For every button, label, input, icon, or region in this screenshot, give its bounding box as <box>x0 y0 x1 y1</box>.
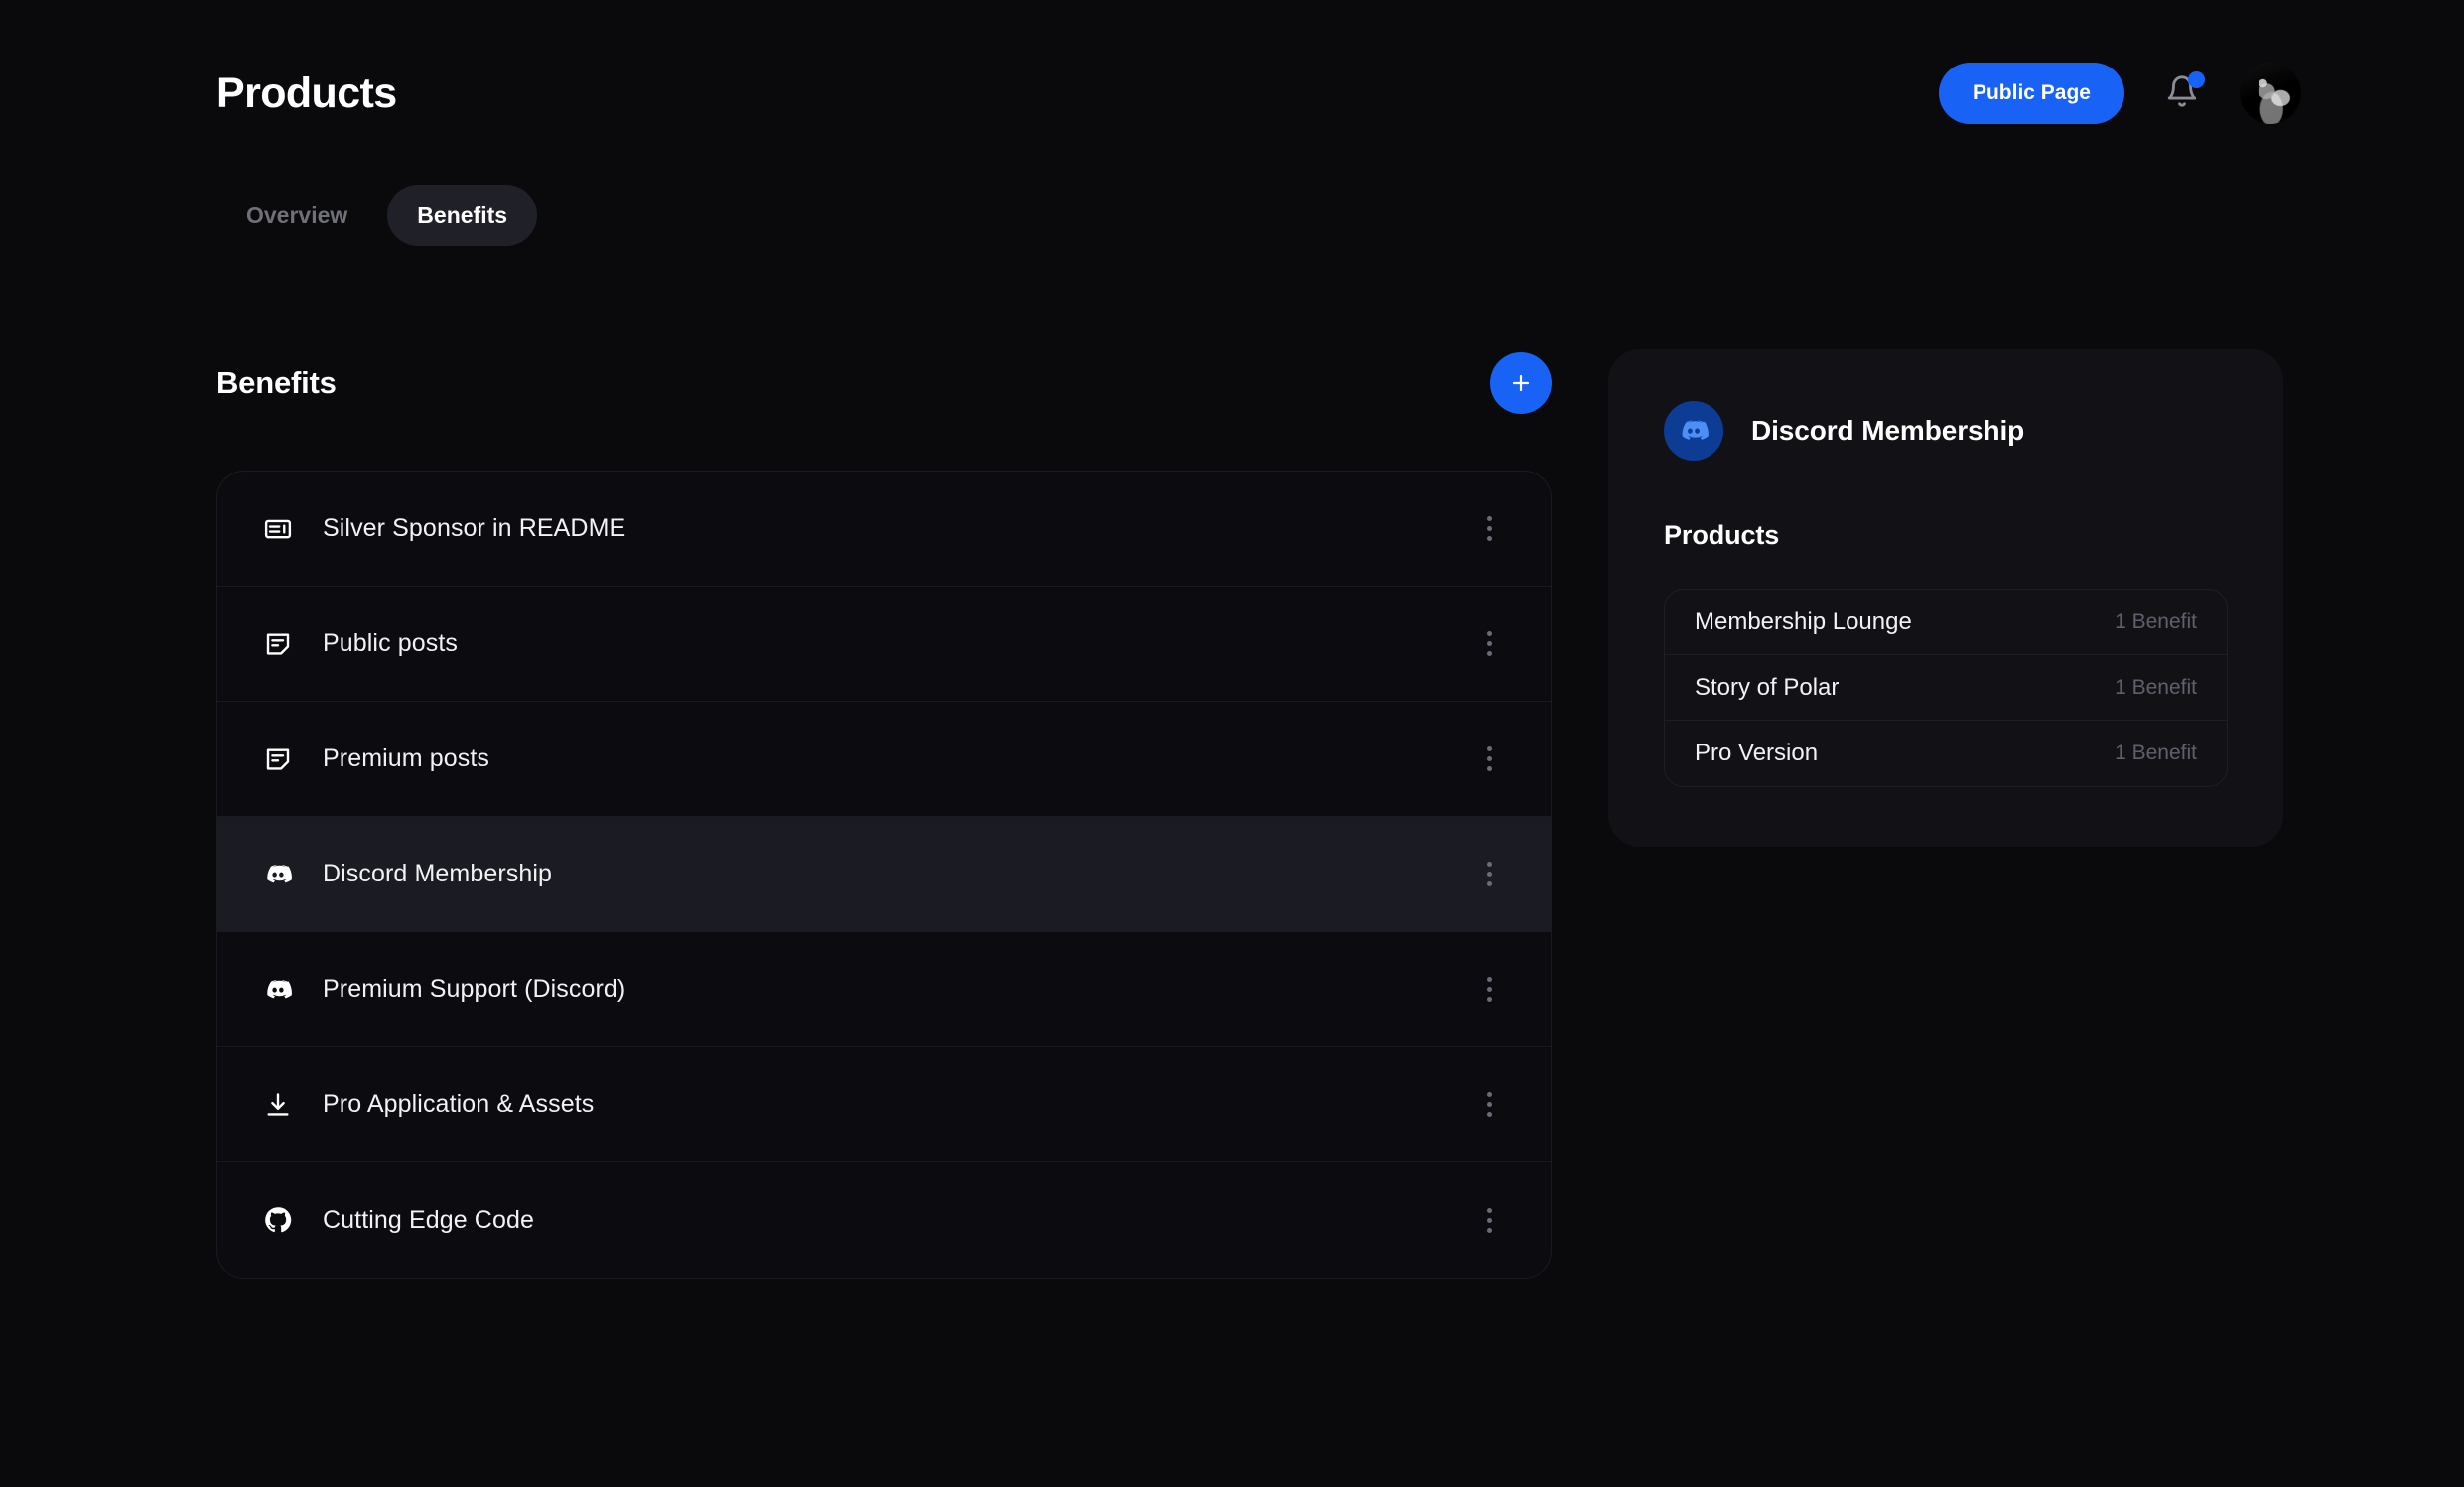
benefits-title: Benefits <box>216 365 337 400</box>
panel-title: Discord Membership <box>1751 415 2025 446</box>
product-name: Membership Lounge <box>1695 608 1912 635</box>
benefit-row[interactable]: Premium posts <box>217 702 1551 817</box>
header-actions: Public Page <box>1938 63 2301 124</box>
panel-header: Discord Membership <box>1664 401 2228 461</box>
discord-icon <box>1664 401 1723 461</box>
plus-icon <box>1509 371 1533 395</box>
benefits-section: Benefits Silver Sponsor in README Public… <box>216 352 1552 1279</box>
benefit-row-selected[interactable]: Discord Membership <box>217 817 1551 932</box>
download-icon <box>261 1088 295 1122</box>
benefit-menu-button[interactable] <box>1463 1079 1515 1131</box>
benefit-row[interactable]: Premium Support (Discord) <box>217 932 1551 1047</box>
benefit-label: Public posts <box>323 629 458 657</box>
benefit-label: Pro Application & Assets <box>323 1090 595 1118</box>
benefits-list: Silver Sponsor in README Public posts Pr… <box>216 471 1552 1279</box>
benefit-menu-button[interactable] <box>1463 964 1515 1015</box>
benefit-menu-button[interactable] <box>1463 849 1515 900</box>
benefit-detail-panel: Discord Membership Products Membership L… <box>1608 349 2283 847</box>
benefit-label: Cutting Edge Code <box>323 1205 534 1234</box>
benefit-row[interactable]: Public posts <box>217 587 1551 702</box>
product-benefit-count: 1 Benefit <box>2115 675 2197 699</box>
product-benefit-count: 1 Benefit <box>2115 742 2197 764</box>
benefit-label: Premium posts <box>323 744 490 772</box>
benefit-row[interactable]: Cutting Edge Code <box>217 1162 1551 1278</box>
product-name: Story of Polar <box>1695 673 1840 701</box>
products-page: Products Public Page Overview Benefits B… <box>0 0 2464 1487</box>
notification-badge-dot <box>2188 71 2205 88</box>
benefit-menu-button[interactable] <box>1463 503 1515 555</box>
benefit-menu-button[interactable] <box>1463 618 1515 670</box>
ad-banner-icon <box>261 512 295 546</box>
tab-bar: Overview Benefits <box>216 185 538 246</box>
tab-overview[interactable]: Overview <box>216 185 377 246</box>
product-row[interactable]: Membership Lounge 1 Benefit <box>1665 590 2227 655</box>
benefit-row[interactable]: Silver Sponsor in README <box>217 472 1551 587</box>
product-benefit-count: 1 Benefit <box>2115 609 2197 633</box>
benefit-menu-button[interactable] <box>1463 734 1515 785</box>
panel-subtitle: Products <box>1664 520 1780 550</box>
benefit-label: Discord Membership <box>323 860 553 887</box>
add-benefit-button[interactable] <box>1490 352 1552 414</box>
discord-icon <box>261 973 295 1007</box>
page-header: Products Public Page <box>216 48 2301 139</box>
article-note-icon <box>261 743 295 776</box>
avatar[interactable] <box>2240 63 2301 124</box>
benefit-label: Silver Sponsor in README <box>323 514 626 542</box>
github-icon <box>261 1203 295 1237</box>
product-name: Pro Version <box>1695 740 1819 766</box>
article-note-icon <box>261 627 295 661</box>
public-page-button[interactable]: Public Page <box>1938 63 2124 124</box>
avatar-image <box>2240 63 2301 124</box>
benefit-menu-button[interactable] <box>1463 1194 1515 1246</box>
product-row[interactable]: Story of Polar 1 Benefit <box>1665 655 2227 721</box>
benefit-row[interactable]: Pro Application & Assets <box>217 1047 1551 1162</box>
benefit-label: Premium Support (Discord) <box>323 975 626 1003</box>
discord-icon <box>261 858 295 891</box>
benefits-header: Benefits <box>216 352 1552 414</box>
notifications-button[interactable] <box>2156 68 2208 119</box>
panel-product-list: Membership Lounge 1 Benefit Story of Pol… <box>1664 589 2228 787</box>
product-row[interactable]: Pro Version 1 Benefit <box>1665 721 2227 786</box>
tab-benefits[interactable]: Benefits <box>387 185 538 246</box>
page-title: Products <box>216 68 397 117</box>
